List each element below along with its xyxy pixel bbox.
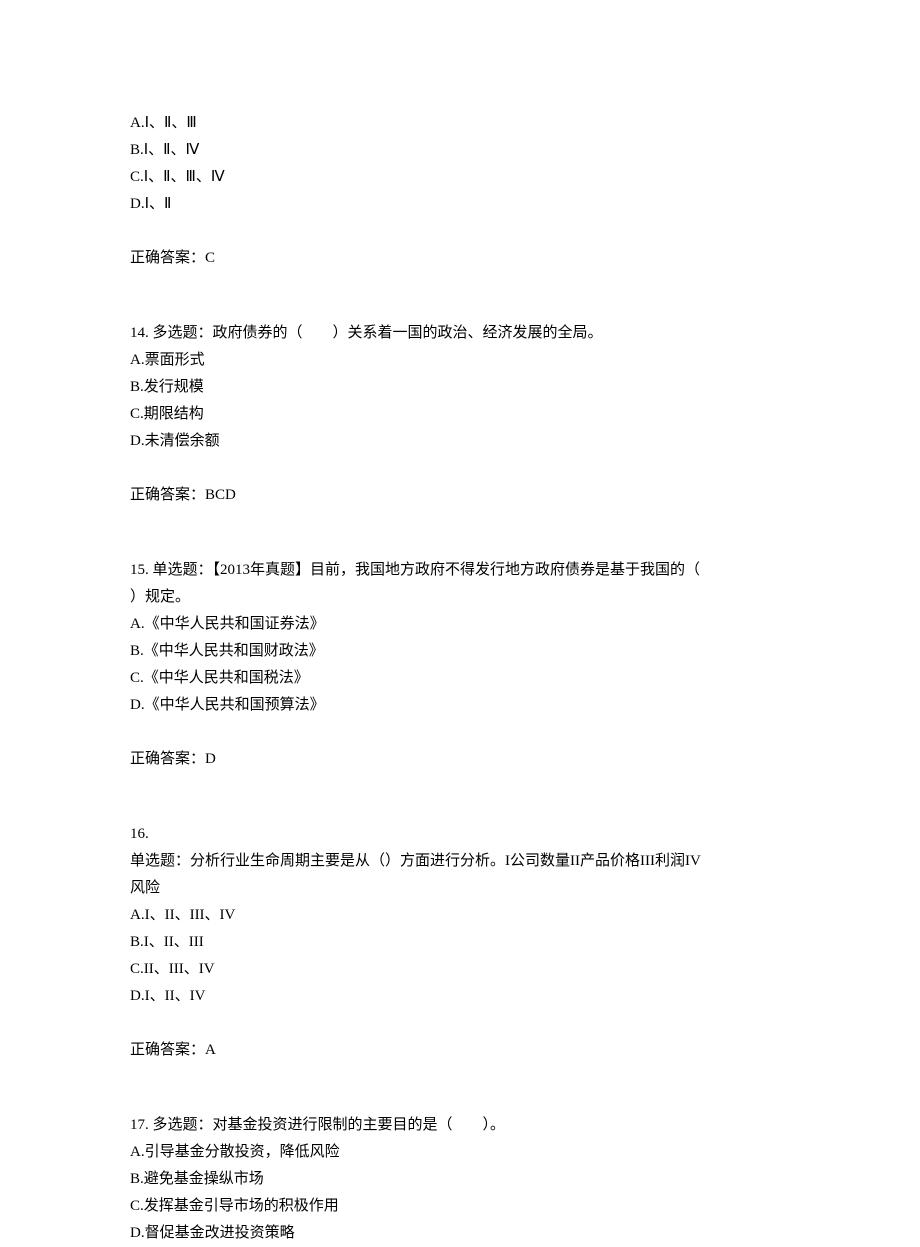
option-a: A.I、II、III、IV: [130, 902, 790, 929]
option-c: C.II、III、IV: [130, 956, 790, 983]
option-c: C.期限结构: [130, 401, 790, 428]
option-b: B.Ⅰ、Ⅱ、Ⅳ: [130, 137, 790, 164]
option-b: B.发行规模: [130, 374, 790, 401]
question-13-partial: A.Ⅰ、Ⅱ、Ⅲ B.Ⅰ、Ⅱ、Ⅳ C.Ⅰ、Ⅱ、Ⅲ、Ⅳ D.Ⅰ、Ⅱ 正确答案：C: [130, 110, 790, 272]
question-stem-line2: ）规定。: [130, 584, 790, 611]
question-number: 16.: [130, 821, 790, 848]
option-d: D.督促基金改进投资策略: [130, 1220, 790, 1247]
answer-text: 正确答案：A: [130, 1037, 790, 1064]
question-stem-line1: 单选题：分析行业生命周期主要是从（）方面进行分析。I公司数量II产品价格III利…: [130, 848, 790, 875]
option-c: C.《中华人民共和国税法》: [130, 665, 790, 692]
option-b: B.《中华人民共和国财政法》: [130, 638, 790, 665]
question-stem-line2: 风险: [130, 875, 790, 902]
question-15: 15. 单选题：【2013年真题】目前，我国地方政府不得发行地方政府债券是基于我…: [130, 557, 790, 773]
question-stem-line1: 15. 单选题：【2013年真题】目前，我国地方政府不得发行地方政府债券是基于我…: [130, 557, 790, 584]
option-d: D.I、II、IV: [130, 983, 790, 1010]
question-stem: 17. 多选题：对基金投资进行限制的主要目的是（ ）。: [130, 1112, 790, 1139]
option-d: D.《中华人民共和国预算法》: [130, 692, 790, 719]
option-d: D.Ⅰ、Ⅱ: [130, 191, 790, 218]
option-a: A.引导基金分散投资，降低风险: [130, 1139, 790, 1166]
answer-text: 正确答案：BCD: [130, 482, 790, 509]
option-a: A.票面形式: [130, 347, 790, 374]
answer-text: 正确答案：D: [130, 746, 790, 773]
option-b: B.避免基金操纵市场: [130, 1166, 790, 1193]
question-14: 14. 多选题：政府债券的（ ）关系着一国的政治、经济发展的全局。 A.票面形式…: [130, 320, 790, 509]
question-16: 16. 单选题：分析行业生命周期主要是从（）方面进行分析。I公司数量II产品价格…: [130, 821, 790, 1064]
option-a: A.Ⅰ、Ⅱ、Ⅲ: [130, 110, 790, 137]
option-b: B.I、II、III: [130, 929, 790, 956]
option-a: A.《中华人民共和国证券法》: [130, 611, 790, 638]
answer-text: 正确答案：C: [130, 245, 790, 272]
option-c: C.发挥基金引导市场的积极作用: [130, 1193, 790, 1220]
option-d: D.未清偿余额: [130, 428, 790, 455]
question-stem: 14. 多选题：政府债券的（ ）关系着一国的政治、经济发展的全局。: [130, 320, 790, 347]
question-17: 17. 多选题：对基金投资进行限制的主要目的是（ ）。 A.引导基金分散投资，降…: [130, 1112, 790, 1247]
option-c: C.Ⅰ、Ⅱ、Ⅲ、Ⅳ: [130, 164, 790, 191]
